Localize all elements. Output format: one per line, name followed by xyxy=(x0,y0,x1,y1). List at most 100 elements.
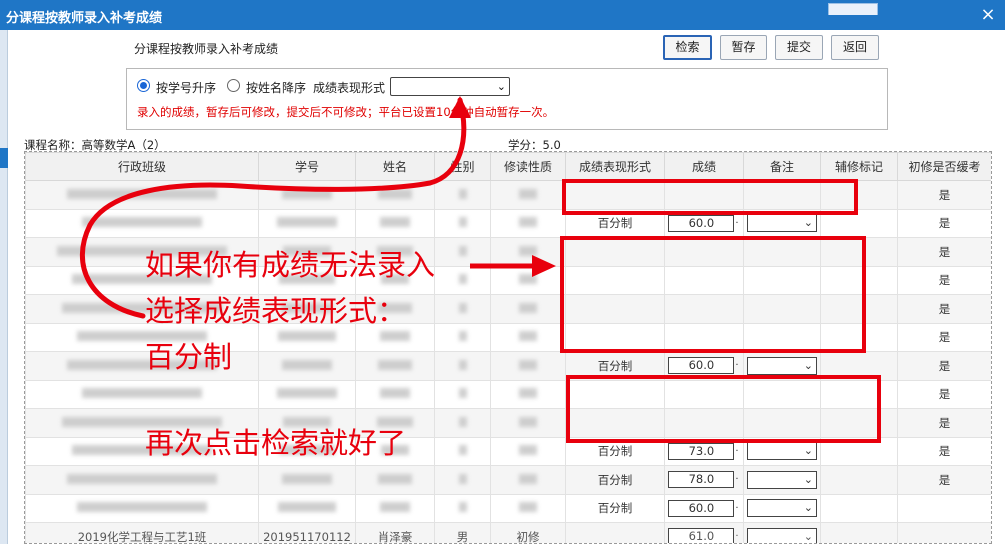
remark-select[interactable]: ⌄ xyxy=(747,356,817,375)
study-type-cell xyxy=(490,408,566,438)
redacted-text xyxy=(458,502,467,513)
gender-cell xyxy=(434,237,491,267)
student-id-cell xyxy=(258,493,356,523)
redacted-text xyxy=(82,217,202,228)
gender-cell xyxy=(434,180,491,210)
score-cell xyxy=(664,265,744,295)
score-format-select[interactable]: ⌄ xyxy=(390,77,510,96)
table-row: 是 xyxy=(25,180,991,210)
class-cell xyxy=(25,208,259,238)
redacted-text xyxy=(282,359,332,370)
score-format-cell xyxy=(565,379,665,409)
annotation-line-3: 百分制 xyxy=(145,340,233,374)
sort-by-id-label: 按学号升序 xyxy=(156,81,217,95)
redacted-text xyxy=(519,245,537,256)
study-type-cell xyxy=(490,351,566,381)
search-button[interactable]: 检索 xyxy=(663,35,712,60)
redacted-text xyxy=(380,502,410,513)
remark-select[interactable]: ⌄ xyxy=(747,499,817,518)
col-header: 备注 xyxy=(743,152,821,181)
minor-mark-cell xyxy=(820,237,898,267)
minor-mark-cell xyxy=(820,180,898,210)
class-cell xyxy=(25,379,259,409)
score-input[interactable]: 78.0 xyxy=(668,471,735,489)
score-input[interactable]: 73.0 xyxy=(668,442,735,460)
score-cell: 60.0 · xyxy=(664,208,744,238)
table-row: 百分制 60.0 · ⌄ 是 xyxy=(25,208,991,238)
remark-select[interactable]: ⌄ xyxy=(747,527,817,543)
panel-title: 分课程按教师录入补考成绩 xyxy=(134,42,279,56)
score-cell xyxy=(664,237,744,267)
score-input[interactable]: 60.0 xyxy=(668,214,735,232)
redacted-text xyxy=(282,473,332,484)
remark-select[interactable]: ⌄ xyxy=(747,214,817,233)
score-format-cell: 百分制 xyxy=(565,351,665,381)
sort-by-id-radio[interactable] xyxy=(137,79,150,92)
remark-cell xyxy=(743,180,821,210)
gender-cell xyxy=(434,322,491,352)
remark-cell xyxy=(743,322,821,352)
redacted-text xyxy=(458,331,467,342)
minor-mark-cell xyxy=(820,522,898,543)
remark-select[interactable]: ⌄ xyxy=(747,442,817,461)
deferred-cell: 是 xyxy=(897,294,991,324)
separator-dot: · xyxy=(735,531,739,543)
remark-cell: ⌄ xyxy=(743,465,821,495)
score-cell xyxy=(664,294,744,324)
redacted-text xyxy=(82,388,202,399)
student-name-cell xyxy=(355,351,435,381)
redacted-text xyxy=(519,473,537,484)
student-name-cell xyxy=(355,379,435,409)
redacted-text xyxy=(458,359,467,370)
col-header: 辅修标记 xyxy=(820,152,898,181)
redacted-text xyxy=(67,188,217,199)
minor-mark-cell xyxy=(820,351,898,381)
close-icon[interactable]: × xyxy=(977,4,999,26)
remark-select[interactable]: ⌄ xyxy=(747,470,817,489)
score-format-cell xyxy=(565,408,665,438)
score-input[interactable]: 61.0 xyxy=(668,528,735,543)
left-sidebar-strip xyxy=(0,30,8,544)
back-button[interactable]: 返回 xyxy=(831,35,879,60)
redacted-text xyxy=(277,388,337,399)
chevron-down-icon: ⌄ xyxy=(803,444,813,458)
score-input[interactable]: 60.0 xyxy=(668,499,735,517)
chevron-down-icon: ⌄ xyxy=(496,80,506,93)
separator-dot: · xyxy=(735,360,739,372)
student-name-cell xyxy=(355,180,435,210)
score-format-cell xyxy=(565,322,665,352)
redacted-text xyxy=(282,188,332,199)
redacted-text xyxy=(458,245,467,256)
col-header: 姓名 xyxy=(355,152,435,181)
score-format-cell xyxy=(565,294,665,324)
window-titlebar: 分课程按教师录入补考成绩 × xyxy=(0,0,1005,30)
redacted-text xyxy=(378,188,412,199)
redacted-text xyxy=(378,473,412,484)
deferred-cell: 是 xyxy=(897,322,991,352)
redacted-text xyxy=(458,188,467,199)
col-header: 行政班级 xyxy=(25,152,259,181)
col-header: 性别 xyxy=(434,152,491,181)
redacted-text xyxy=(519,502,537,513)
redacted-text xyxy=(458,274,467,285)
window-title: 分课程按教师录入补考成绩 xyxy=(6,11,163,26)
student-id-cell xyxy=(258,208,356,238)
deferred-cell: 是 xyxy=(897,237,991,267)
separator-dot: · xyxy=(735,474,739,486)
study-type-cell xyxy=(490,379,566,409)
submit-button[interactable]: 提交 xyxy=(775,35,823,60)
student-name-cell: 肖泽豪 xyxy=(355,522,435,543)
table-row: 百分制 78.0 · ⌄ 是 xyxy=(25,465,991,495)
remark-cell: ⌄ xyxy=(743,351,821,381)
gender-cell xyxy=(434,408,491,438)
redacted-text xyxy=(380,331,410,342)
score-input[interactable]: 60.0 xyxy=(668,357,735,375)
sort-by-name-radio[interactable] xyxy=(227,79,240,92)
deferred-cell: 是 xyxy=(897,180,991,210)
redacted-text xyxy=(519,217,537,228)
redacted-text xyxy=(278,331,336,342)
save-draft-button[interactable]: 暂存 xyxy=(720,35,767,60)
remark-cell xyxy=(743,408,821,438)
student-name-cell xyxy=(355,208,435,238)
sort-by-name-label: 按姓名降序 xyxy=(246,81,307,95)
